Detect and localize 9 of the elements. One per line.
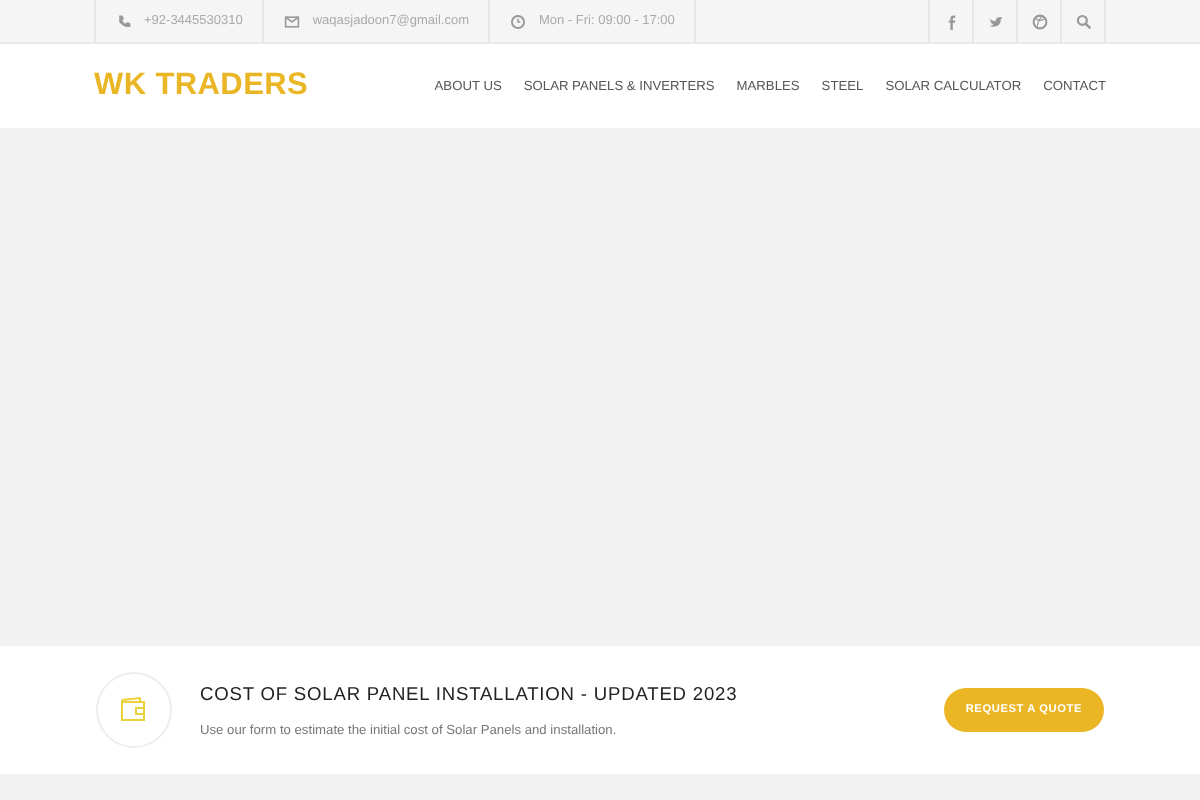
phone-icon: [116, 13, 132, 29]
clock-icon: [510, 13, 527, 29]
wallet-icon: [118, 694, 150, 726]
ball-icon[interactable]: [1031, 13, 1047, 29]
bird-icon[interactable]: [987, 13, 1003, 29]
facebook-icon[interactable]: [943, 13, 959, 29]
search-icon[interactable]: [1075, 13, 1091, 29]
mail-icon: [284, 13, 301, 29]
promo-title: COST OF SOLAR PANEL INSTALLATION - UPDATED 2023: [200, 683, 740, 703]
